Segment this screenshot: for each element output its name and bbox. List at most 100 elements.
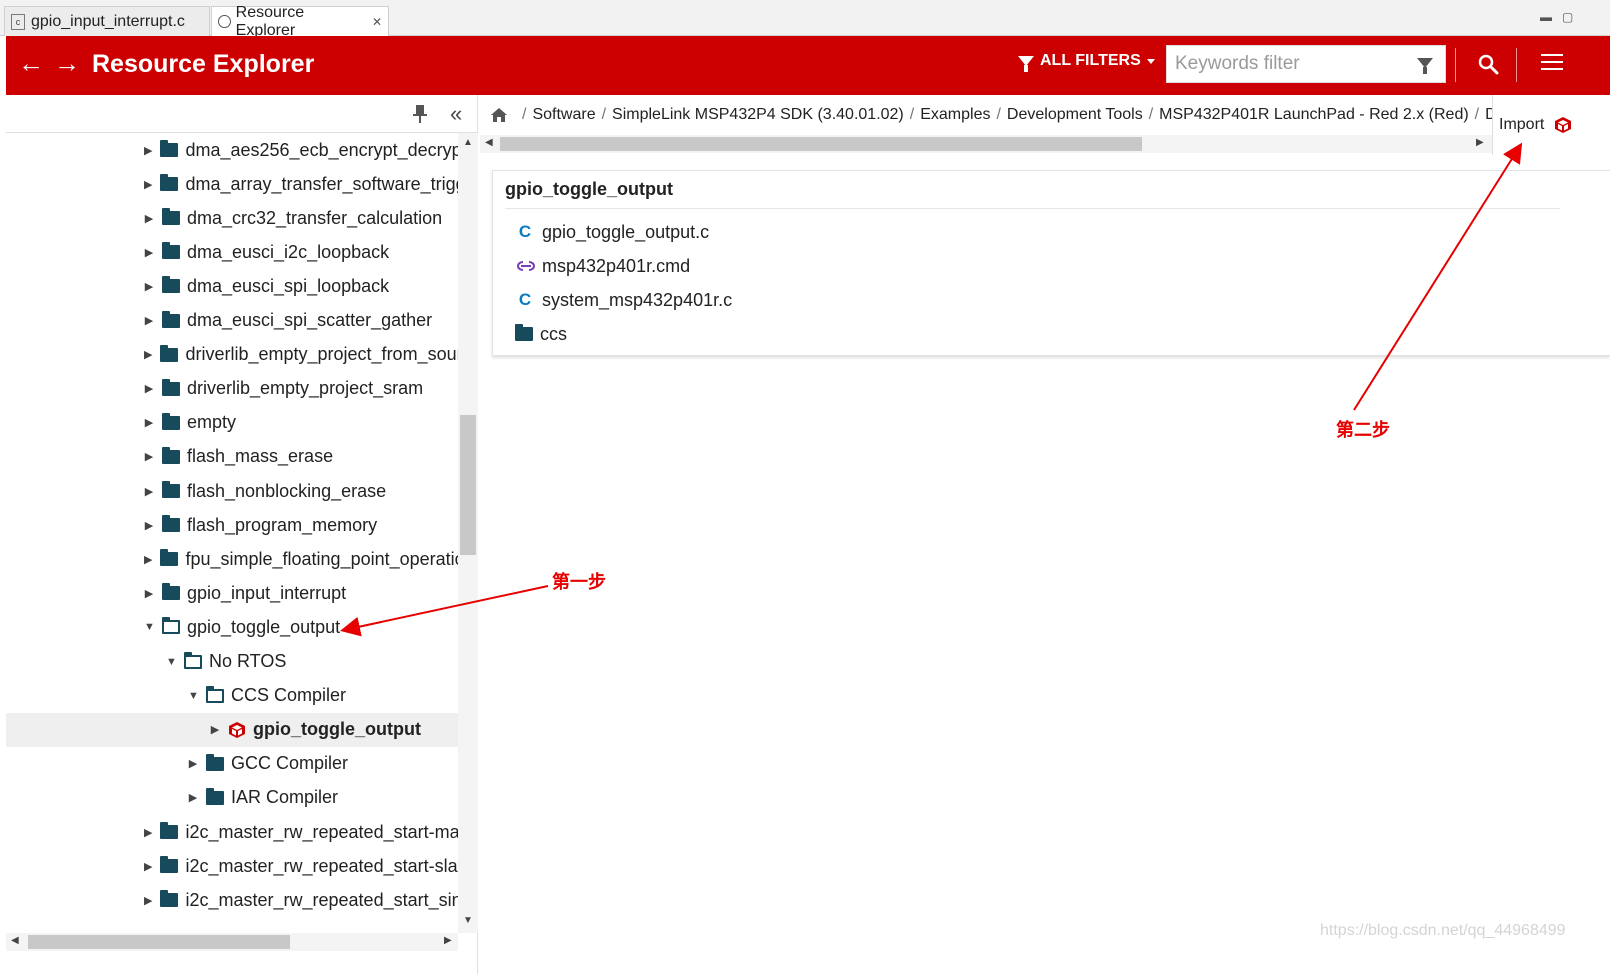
import-button[interactable]: Import	[1492, 95, 1610, 155]
scrollbar-thumb[interactable]	[460, 415, 476, 555]
tree-node[interactable]: ▶ gpio_input_interrupt	[6, 576, 458, 610]
tree-node[interactable]: ▶ flash_program_memory	[6, 508, 458, 542]
tree-node[interactable]: ▶ dma_eusci_spi_scatter_gather	[6, 304, 458, 338]
file-item-gpio-toggle-output-c[interactable]: C gpio_toggle_output.c	[515, 217, 709, 247]
file-name: msp432p401r.cmd	[542, 255, 691, 276]
tree-node[interactable]: ▶ dma_aes256_ecb_encrypt_decrypt	[6, 133, 458, 167]
chevron-right-icon[interactable]: ▶	[144, 178, 152, 191]
chevron-right-icon[interactable]: ▶	[144, 246, 154, 259]
tree-node[interactable]: ▶ empty	[6, 406, 458, 440]
breadcrumb-item[interactable]: Driver	[1485, 106, 1492, 124]
tree-node-label: gpio_toggle_output	[187, 616, 341, 637]
chevron-right-icon[interactable]: ▶	[144, 860, 152, 873]
pin-icon[interactable]	[412, 104, 428, 124]
tree-node[interactable]: ▶ i2c_master_rw_repeated_start_singl	[6, 883, 458, 917]
keywords-filter-box	[1166, 45, 1446, 83]
chevron-down-icon[interactable]: ▼	[144, 621, 155, 633]
chevron-right-icon[interactable]: ▶	[144, 826, 152, 839]
tree-node-label: dma_eusci_spi_scatter_gather	[187, 310, 433, 330]
file-item-system-msp432p401r-c[interactable]: C system_msp432p401r.c	[515, 285, 732, 315]
c-file-icon: C	[518, 222, 532, 241]
tree-node-label: dma_eusci_spi_loopback	[187, 275, 390, 296]
folder-icon	[160, 890, 179, 908]
breadcrumb-item[interactable]: Development Tools	[1007, 106, 1143, 124]
breadcrumb-item[interactable]: SimpleLink MSP432P4 SDK (3.40.01.02)	[612, 106, 904, 124]
keywords-filter-input[interactable]	[1167, 46, 1397, 82]
tree-node[interactable]: ▶ driverlib_empty_project_sram	[6, 372, 458, 406]
chevron-right-icon[interactable]: ▶	[144, 519, 154, 532]
chevron-right-icon[interactable]: ▶	[144, 348, 152, 361]
tree-node[interactable]: ▶ GCC Compiler	[6, 747, 458, 781]
tree-node[interactable]: ▶ driverlib_empty_project_from_sourc	[6, 338, 458, 372]
scrollbar-thumb[interactable]	[500, 137, 1142, 151]
tree-node-label: empty	[187, 412, 237, 433]
tree-node[interactable]: ▶ gpio_toggle_output	[6, 712, 458, 747]
chevron-right-icon[interactable]: ▶	[188, 757, 198, 770]
chevron-right-icon[interactable]: ▶	[144, 144, 152, 157]
breadcrumb-item[interactable]: Examples	[920, 106, 990, 124]
scrollbar-thumb[interactable]	[28, 935, 290, 949]
chevron-right-icon[interactable]: ▶	[144, 416, 154, 429]
tree-node[interactable]: ▶ dma_array_transfer_software_trigge	[6, 167, 458, 201]
tab-resource-explorer[interactable]: Resource Explorer ✕	[211, 4, 389, 39]
chevron-right-icon[interactable]: ▶	[144, 382, 154, 395]
back-arrow-icon[interactable]: ←	[18, 48, 44, 78]
tree-node-label: flash_nonblocking_erase	[187, 480, 387, 501]
breadcrumb-item[interactable]: MSP432P401R LaunchPad - Red 2.x (Red)	[1159, 106, 1469, 124]
chevron-right-icon[interactable]: ▶	[210, 723, 220, 736]
chevron-down-icon[interactable]: ▼	[166, 656, 177, 668]
file-item-msp432p401r-cmd[interactable]: msp432p401r.cmd	[515, 251, 690, 281]
forward-arrow-icon[interactable]: →	[54, 48, 80, 78]
keyword-filter-icon[interactable]	[1417, 58, 1433, 74]
maximize-icon[interactable]: ▢	[1562, 10, 1573, 24]
tree-node[interactable]: ▶ flash_mass_erase	[6, 440, 458, 474]
scroll-left-icon[interactable]: ◀	[485, 137, 493, 148]
collapse-panel-icon[interactable]: «	[450, 101, 462, 127]
header-divider	[1516, 48, 1517, 82]
tree-node[interactable]: ▶ dma_eusci_spi_loopback	[6, 269, 458, 303]
chevron-right-icon[interactable]: ▶	[144, 587, 154, 600]
all-filters-button[interactable]: ALL FILTERS	[1018, 52, 1155, 72]
file-name: gpio_toggle_output.c	[542, 221, 710, 242]
tree-node[interactable]: ▶ dma_crc32_transfer_calculation	[6, 201, 458, 235]
tab-gpio-input-interrupt[interactable]: c gpio_input_interrupt.c	[4, 6, 210, 36]
tree-node-label: dma_array_transfer_software_trigge	[185, 173, 458, 194]
chevron-right-icon[interactable]: ▶	[188, 791, 198, 804]
tree-node[interactable]: ▶ flash_nonblocking_erase	[6, 474, 458, 508]
chevron-right-icon[interactable]: ▶	[144, 485, 154, 498]
close-icon[interactable]: ✕	[372, 15, 382, 29]
breadcrumb-scrollbar[interactable]: ◀ ▶	[480, 135, 1492, 153]
tree-node[interactable]: ▶ dma_eusci_i2c_loopback	[6, 235, 458, 269]
tree-node[interactable]: ▶ IAR Compiler	[6, 781, 458, 815]
tree-node[interactable]: ▶ fpu_simple_floating_point_operation	[6, 542, 458, 576]
file-item-ccs[interactable]: ccs	[515, 319, 567, 349]
chevron-right-icon[interactable]: ▶	[144, 553, 152, 566]
editor-tab-strip: c gpio_input_interrupt.c Resource Explor…	[0, 0, 1610, 39]
tree-vertical-scrollbar[interactable]: ▲ ▼	[458, 133, 478, 933]
breadcrumb-item[interactable]: Software	[532, 106, 595, 124]
chevron-right-icon[interactable]: ▶	[144, 314, 154, 327]
minimize-icon[interactable]: ▬	[1540, 10, 1552, 24]
chevron-right-icon[interactable]: ▶	[144, 450, 154, 463]
tree-node[interactable]: ▶ i2c_master_rw_repeated_start-mast	[6, 815, 458, 849]
home-icon[interactable]	[490, 107, 508, 123]
folder-icon	[162, 276, 180, 294]
chevron-right-icon[interactable]: ▶	[144, 212, 154, 225]
tree-horizontal-scrollbar[interactable]: ◀ ▶	[6, 933, 458, 951]
resource-explorer-icon	[218, 15, 231, 28]
scroll-right-icon[interactable]: ▶	[1476, 137, 1484, 148]
scroll-down-icon[interactable]: ▼	[463, 915, 473, 926]
tree-node[interactable]: ▼ gpio_toggle_output	[6, 610, 458, 644]
tree-node[interactable]: ▼ CCS Compiler	[6, 679, 458, 713]
scroll-right-icon[interactable]: ▶	[444, 935, 452, 946]
scroll-left-icon[interactable]: ◀	[11, 935, 19, 946]
scroll-up-icon[interactable]: ▲	[463, 137, 473, 148]
chevron-down-icon[interactable]: ▼	[188, 690, 199, 702]
chevron-right-icon[interactable]: ▶	[144, 894, 152, 907]
tree-node[interactable]: ▶ i2c_master_rw_repeated_start-slave	[6, 849, 458, 883]
hamburger-menu-icon[interactable]	[1541, 54, 1563, 74]
chevron-right-icon[interactable]: ▶	[144, 280, 154, 293]
watermark: https://blog.csdn.net/qq_44968499	[1320, 922, 1566, 939]
search-icon[interactable]	[1476, 52, 1502, 78]
tree-node[interactable]: ▼ No RTOS	[6, 645, 458, 679]
